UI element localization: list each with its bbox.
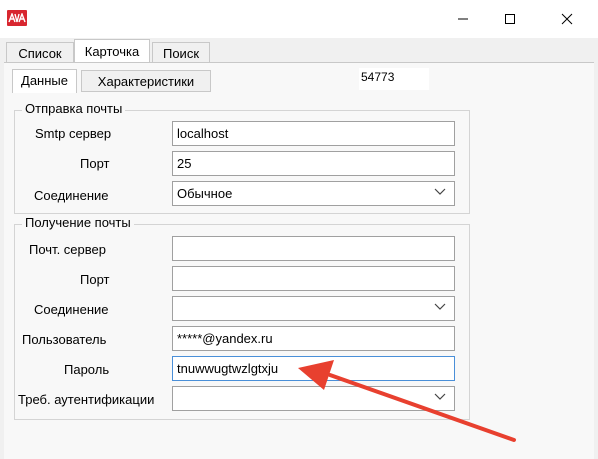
arrow-annotation: [298, 360, 516, 442]
